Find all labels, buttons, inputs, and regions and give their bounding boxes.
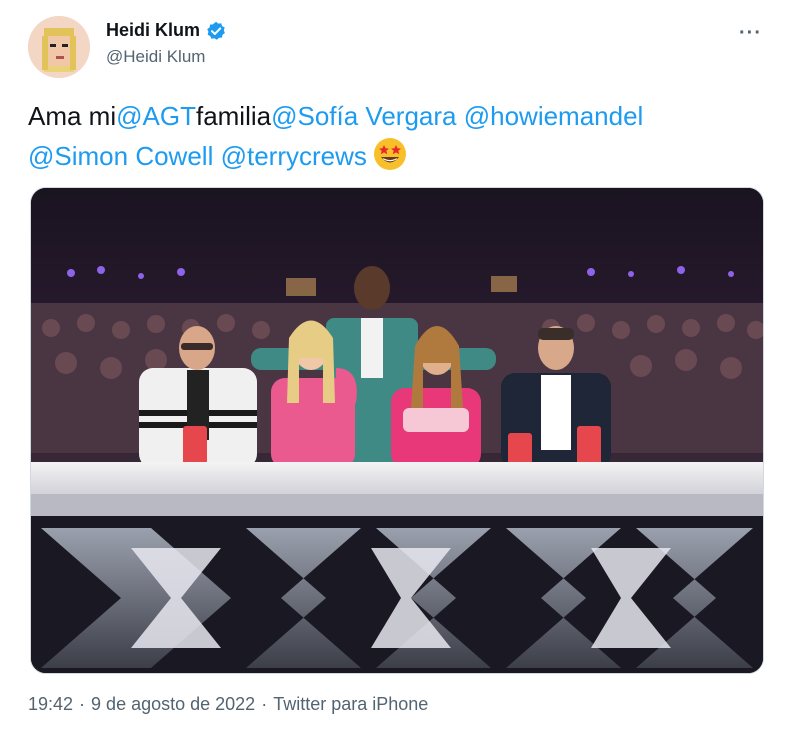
text-segment: Ama mi [28, 101, 117, 131]
tweet-card: Heidi Klum @Heidi Klum ··· Ama mi@AGTfam… [0, 0, 800, 736]
tweet-time[interactable]: 19:42 [28, 694, 73, 714]
more-options-icon[interactable]: ··· [739, 22, 762, 45]
mention-howiemandel[interactable]: @howiemandel [464, 101, 644, 131]
text-segment [213, 141, 220, 171]
tweet-text: Ama mi@AGTfamilia@Sofía Vergara @howiema… [28, 96, 768, 176]
text-segment: familia [195, 101, 272, 131]
star-struck-emoji-icon [373, 137, 407, 171]
separator: · [79, 694, 86, 714]
user-handle[interactable]: @Heidi Klum [106, 47, 226, 67]
mention-agt[interactable]: @AGT [116, 101, 196, 131]
tweet-footer: 19:42 · 9 de agosto de 2022 · Twitter para i… [28, 694, 434, 715]
tweet-header: Heidi Klum @Heidi Klum ··· [28, 16, 772, 80]
tweet-source: Twitter para iPhone [273, 694, 429, 714]
verified-badge-icon [206, 21, 226, 41]
mention-sofia-vergara[interactable]: @Sofía Vergara [271, 101, 456, 131]
tweet-photo[interactable] [30, 187, 764, 674]
mention-simon-cowell[interactable]: @Simon Cowell [28, 141, 213, 171]
tweet-date[interactable]: 9 de agosto de 2022 [91, 694, 255, 714]
display-name[interactable]: Heidi Klum [106, 20, 200, 41]
text-segment [457, 101, 464, 131]
avatar[interactable] [28, 16, 90, 78]
separator: · [261, 694, 268, 714]
mention-terrycrews[interactable]: @terrycrews [221, 141, 367, 171]
